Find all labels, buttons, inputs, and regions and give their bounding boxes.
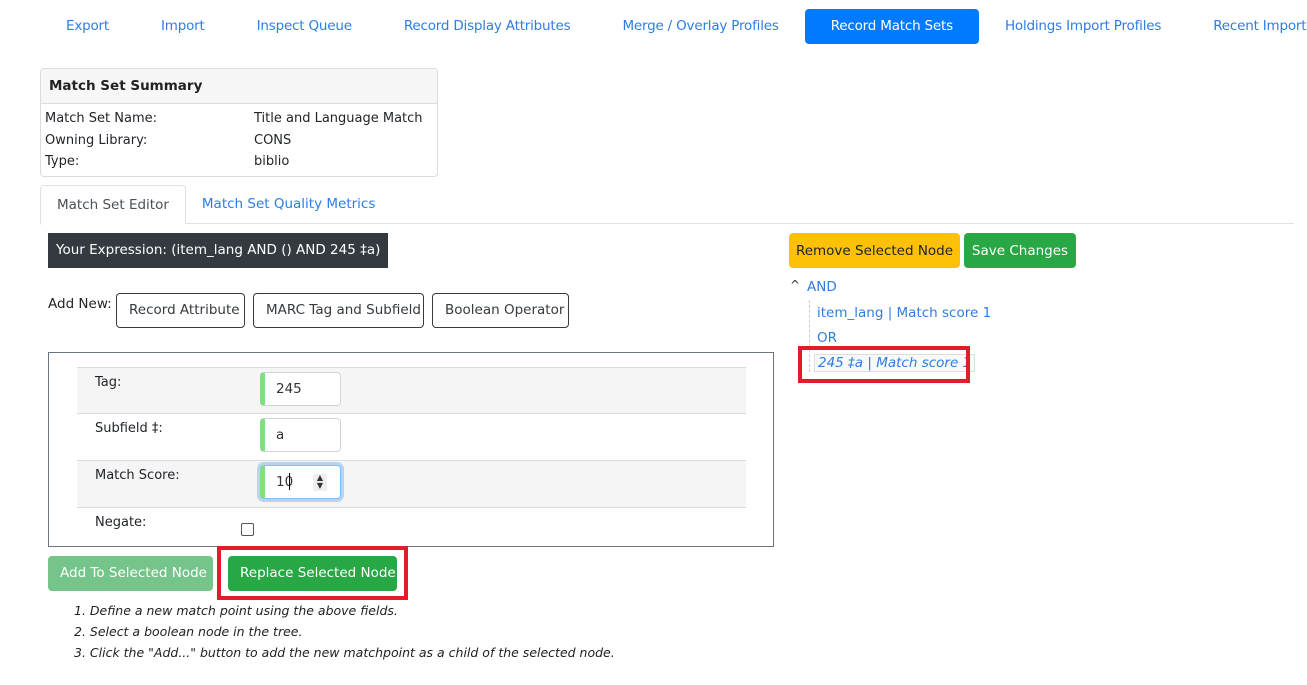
add-to-selected-node-button[interactable]: Add To Selected Node	[48, 556, 213, 591]
instruction-item: 3. Click the "Add..." button to add the …	[74, 645, 615, 660]
summary-row: Type: biblio	[41, 151, 437, 173]
tree-node-and[interactable]: AND	[807, 279, 837, 295]
nav-holdings-import-profiles[interactable]: Holdings Import Profiles	[979, 9, 1187, 44]
spinner-arrows-icon[interactable]: ▲ ▼	[313, 474, 327, 491]
summary-value: CONS	[254, 132, 292, 148]
top-nav: Export Import Inspect Queue Record Displ…	[40, 9, 1307, 44]
match-score-input[interactable]	[260, 465, 341, 499]
nav-export[interactable]: Export	[40, 9, 135, 44]
negate-label: Negate:	[95, 515, 147, 530]
summary-value: biblio	[254, 154, 290, 169]
highlight-box-selected-node	[798, 346, 970, 383]
subfield-row: Subfield ‡:	[77, 414, 746, 461]
add-new-label: Add New:	[48, 296, 112, 312]
tree-node-or[interactable]: OR	[817, 330, 837, 346]
negate-row: Negate:	[77, 508, 746, 555]
tag-row: Tag:	[77, 367, 746, 414]
remove-selected-node-button[interactable]: Remove Selected Node	[789, 233, 960, 268]
nav-recent-imports[interactable]: Recent Imports	[1187, 9, 1307, 44]
nav-record-match-sets[interactable]: Record Match Sets	[804, 9, 979, 44]
tab-match-set-quality-metrics[interactable]: Match Set Quality Metrics	[186, 185, 391, 224]
subfield-label: Subfield ‡:	[95, 421, 163, 436]
summary-key: Owning Library:	[45, 132, 148, 148]
expression-display: Your Expression: (item_lang AND () AND 2…	[48, 233, 389, 268]
negate-checkbox[interactable]	[241, 523, 254, 536]
save-changes-button[interactable]: Save Changes	[964, 233, 1076, 268]
editor-tabs: Match Set Editor Match Set Quality Metri…	[40, 185, 1294, 225]
matchpoint-form: Tag: Subfield ‡: Match Score: ▲▼ Negate:	[48, 352, 774, 547]
nav-record-display-attributes[interactable]: Record Display Attributes	[378, 9, 597, 44]
summary-key: Type:	[45, 154, 80, 169]
tree-node-item-lang[interactable]: item_lang | Match score 1	[817, 305, 991, 321]
text-cursor	[289, 473, 290, 490]
collapse-toggle-icon[interactable]: ^	[790, 278, 800, 292]
instruction-item: 1. Define a new match point using the ab…	[74, 603, 398, 618]
summary-row: Match Set Name: Title and Language Match	[41, 108, 437, 130]
tag-label: Tag:	[95, 375, 122, 390]
tab-match-set-editor[interactable]: Match Set Editor	[40, 185, 186, 225]
summary-title: Match Set Summary	[41, 69, 437, 104]
nav-inspect-queue[interactable]: Inspect Queue	[231, 9, 378, 44]
tag-input[interactable]	[260, 372, 341, 406]
summary-row: Owning Library: CONS	[41, 130, 437, 152]
instruction-item: 2. Select a boolean node in the tree.	[74, 624, 303, 639]
summary-value: Title and Language Match	[254, 111, 423, 126]
nav-merge-overlay-profiles[interactable]: Merge / Overlay Profiles	[596, 9, 804, 44]
match-score-label: Match Score:	[95, 468, 180, 483]
replace-selected-node-button[interactable]: Replace Selected Node	[228, 556, 397, 591]
record-attribute-button[interactable]: Record Attribute	[116, 293, 245, 328]
match-score-row: Match Score: ▲▼	[77, 461, 746, 508]
subfield-input[interactable]	[260, 418, 341, 452]
summary-key: Match Set Name:	[45, 111, 158, 126]
instructions: 1. Define a new match point using the ab…	[74, 600, 615, 663]
boolean-operator-button[interactable]: Boolean Operator	[432, 293, 569, 328]
marc-tag-subfield-button[interactable]: MARC Tag and Subfield	[253, 293, 424, 328]
nav-import[interactable]: Import	[135, 9, 231, 44]
match-set-summary-card: Match Set Summary Match Set Name: Title …	[40, 68, 438, 177]
